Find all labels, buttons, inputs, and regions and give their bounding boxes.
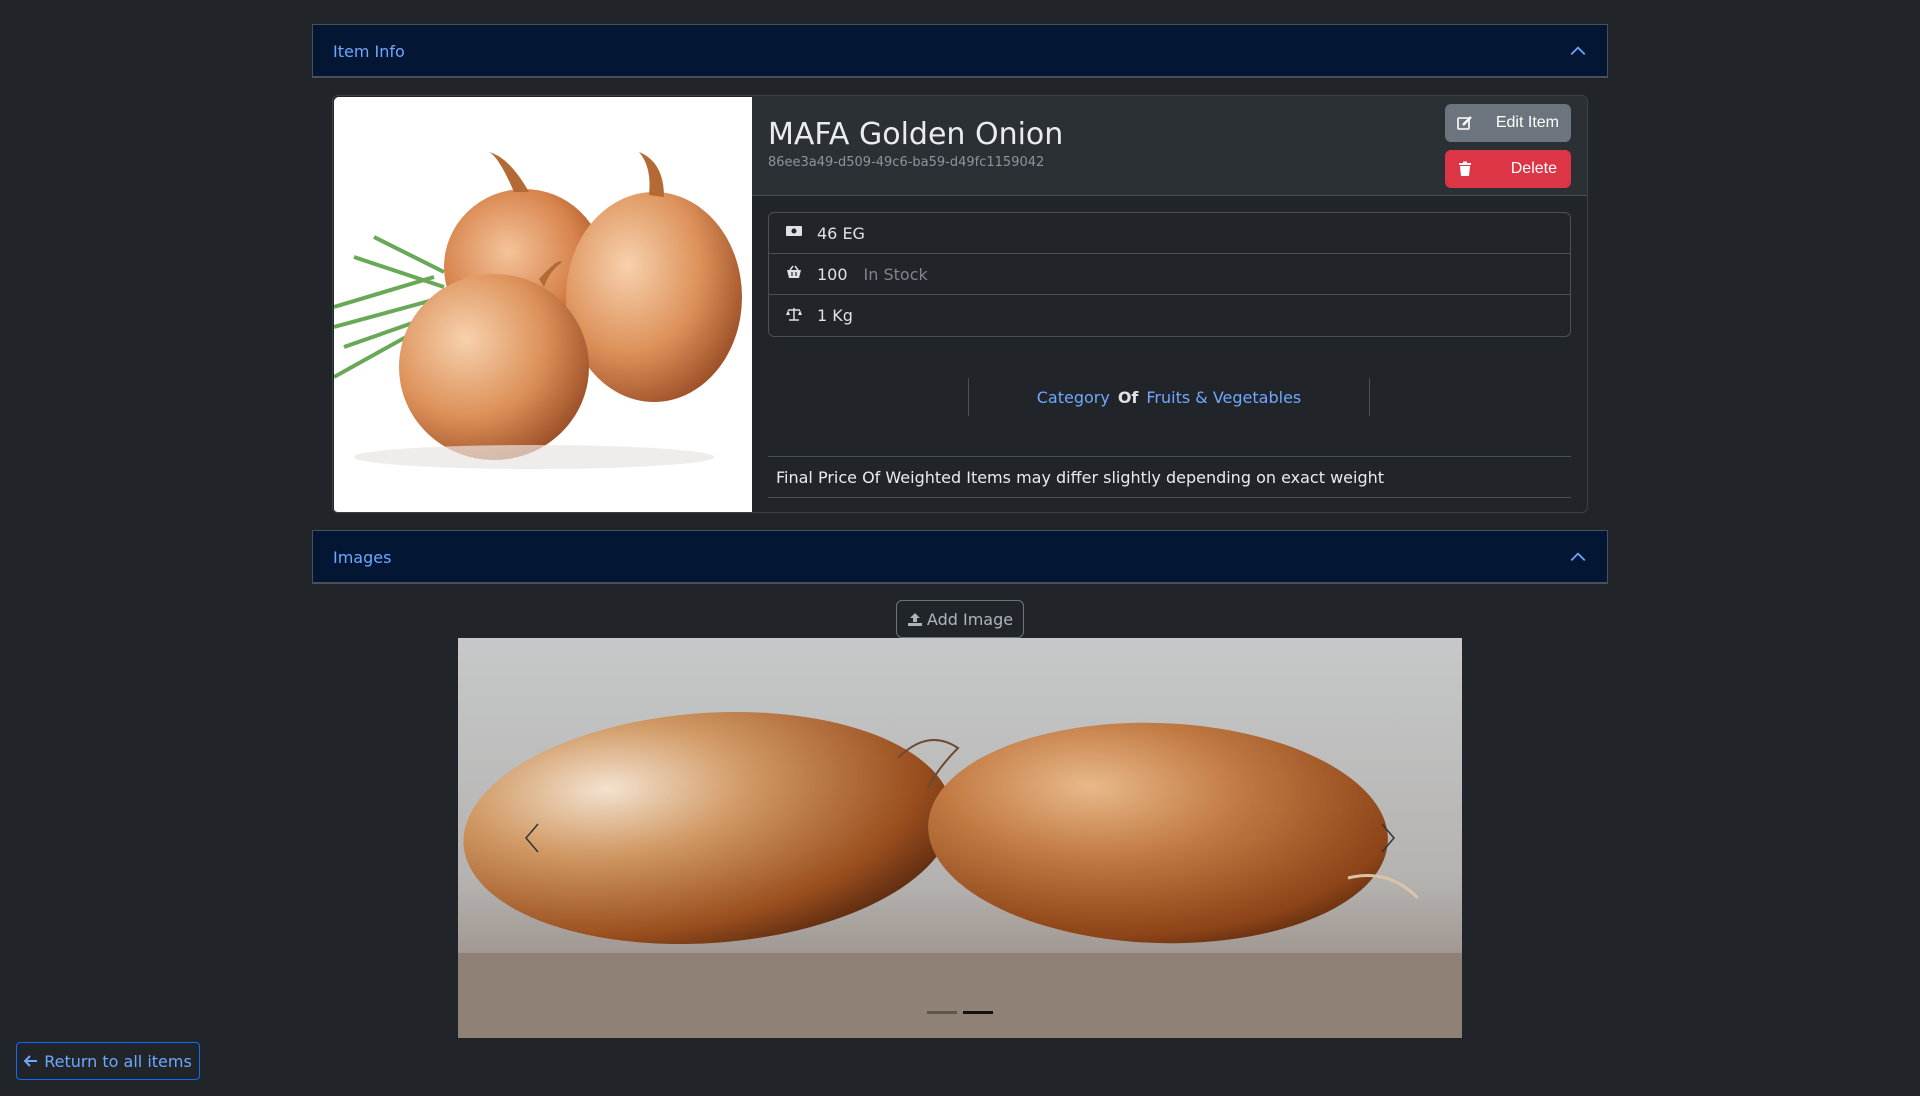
chevron-up-icon [1570,552,1586,561]
carousel-next-button[interactable] [1368,818,1408,858]
scale-icon [785,307,803,325]
stock-count: 100 [817,264,848,284]
chevron-up-icon [1570,46,1586,55]
carousel-indicators [458,1011,1462,1014]
item-info-accordion-header[interactable]: Item Info [312,24,1608,78]
arrow-left-icon [24,1055,38,1067]
chevron-left-icon [525,823,539,853]
weight-price-note: Final Price Of Weighted Items may differ… [768,456,1571,498]
upload-icon [907,613,922,626]
onion-image [334,97,752,512]
price-row: 46 EG [769,213,1570,254]
stock-row: 100 In Stock [769,254,1570,295]
delete-label: Delete [1510,160,1557,177]
category-section: Category Of Fruits & Vegetables [968,378,1370,416]
return-label: Return to all items [44,1051,192,1071]
item-weight: 1 Kg [817,306,853,325]
delete-button[interactable]: Delete [1445,150,1571,188]
item-card: MAFA Golden Onion 86ee3a49-d509-49c6-ba5… [332,95,1588,513]
carousel-prev-button[interactable] [512,818,552,858]
chevron-right-icon [1381,823,1395,853]
add-image-button[interactable]: Add Image [896,600,1024,638]
item-card-header: MAFA Golden Onion 86ee3a49-d509-49c6-ba5… [752,96,1587,196]
money-icon [785,225,803,241]
carousel-indicator-1[interactable] [927,1011,957,1014]
item-main-image [334,97,752,512]
edit-item-label: Edit Item [1495,114,1559,131]
stock-label: In Stock [863,264,928,284]
edit-item-button[interactable]: Edit Item [1445,104,1571,142]
weight-row: 1 Kg [769,295,1570,336]
item-price: 46 EG [817,223,865,243]
add-image-label: Add Image [926,609,1014,629]
basket-icon [785,265,803,283]
image-carousel [458,638,1462,1038]
category-name-link[interactable]: Fruits & Vegetables [1146,388,1301,407]
return-to-all-items-button[interactable]: Return to all items [16,1042,200,1080]
category-of-text: Of [1117,387,1139,407]
category-link[interactable]: Category [1037,388,1110,407]
trash-icon [1459,161,1471,176]
images-header-label: Images [333,547,392,567]
item-info-header-label: Item Info [333,41,405,61]
carousel-slide-image [458,638,1462,1038]
images-accordion-header[interactable]: Images [312,530,1608,584]
edit-icon [1457,116,1472,130]
carousel-indicator-2[interactable] [963,1011,993,1014]
item-info-list: 46 EG 100 In Stock 1 Kg [768,212,1571,337]
